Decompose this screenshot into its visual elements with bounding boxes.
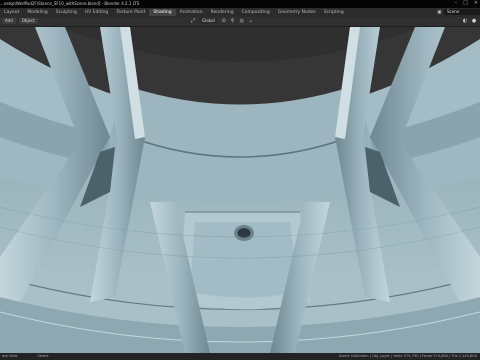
tab-sculpting[interactable]: Sculpting — [52, 9, 81, 16]
tab-animation[interactable]: Animation — [176, 9, 207, 16]
viewport-shading-controls: ◐ ● — [462, 18, 477, 24]
tab-geometry-nodes[interactable]: Geometry Nodes — [274, 9, 320, 16]
window-title: ...nelsp\WedPod2F\Stance_SF10_withScene.… — [0, 1, 140, 6]
scene-selector: ▣ Scene — [437, 9, 480, 15]
tab-rendering[interactable]: Rendering — [207, 9, 238, 16]
tab-uv-editing[interactable]: UV Editing — [81, 9, 112, 16]
valve-hole — [237, 228, 251, 238]
workspace-tabs: Layout Modeling Sculpting UV Editing Tex… — [0, 9, 348, 16]
tab-compositing[interactable]: Compositing — [238, 9, 274, 16]
maximize-icon[interactable]: □ — [463, 1, 468, 6]
transform-controls: ⤢ Global ⊙ ⚲ ◎ ⌄ — [190, 18, 254, 24]
tab-scripting[interactable]: Scripting — [320, 9, 348, 16]
proportional-edit-icon[interactable]: ◎ — [239, 18, 245, 24]
window-titlebar: ...nelsp\WedPod2F\Stance_SF10_withScene.… — [0, 0, 480, 8]
window-controls: – □ × — [455, 1, 478, 6]
snap-icon[interactable]: ⚲ — [230, 18, 236, 24]
wheel-mesh-render — [0, 27, 480, 353]
status-hints: ate View Select — [2, 354, 49, 358]
status-hint-select: Select — [37, 354, 49, 358]
minimize-icon[interactable]: – — [455, 1, 458, 6]
transform-orientation-select[interactable]: Global — [199, 18, 218, 24]
scene-statistics: Scene Collection | Obj_Layer | Verts 575… — [338, 354, 477, 358]
viewport-header-menus: Add Object — [2, 18, 38, 24]
viewport-header: Add Object ⤢ Global ⊙ ⚲ ◎ ⌄ ◐ ● — [0, 17, 480, 27]
scene-icon[interactable]: ▣ — [437, 9, 442, 15]
pivot-icon[interactable]: ⊙ — [221, 18, 227, 24]
tab-layout[interactable]: Layout — [0, 9, 23, 16]
overlay-icon[interactable]: ◐ — [462, 18, 468, 24]
status-bar: ate View Select Scene Collection | Obj_L… — [0, 353, 480, 360]
tab-modeling[interactable]: Modeling — [23, 9, 51, 16]
status-hint-rotate: ate View — [2, 354, 18, 358]
tab-shading[interactable]: Shading — [149, 9, 176, 16]
3d-viewport[interactable] — [0, 27, 480, 353]
shading-solid-icon[interactable]: ● — [471, 18, 477, 24]
add-menu[interactable]: Add — [2, 18, 16, 24]
orientation-icon[interactable]: ⤢ — [190, 18, 196, 24]
workspace-tabs-bar: Layout Modeling Sculpting UV Editing Tex… — [0, 8, 480, 17]
scene-name-field[interactable]: Scene — [444, 9, 480, 15]
close-icon[interactable]: × — [474, 1, 478, 6]
object-menu[interactable]: Object — [18, 18, 38, 24]
chevron-down-icon[interactable]: ⌄ — [248, 18, 254, 24]
tab-texture-paint[interactable]: Texture Paint — [112, 9, 149, 16]
